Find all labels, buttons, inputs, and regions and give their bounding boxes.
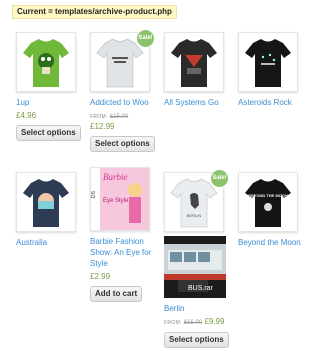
tshirt-text: BERLIN bbox=[187, 213, 202, 218]
product-title[interactable]: Barbie Fashion Show: An Eye for Style bbox=[90, 236, 154, 269]
sale-price: £12.99 bbox=[90, 122, 115, 131]
product-title[interactable]: All Systems Go bbox=[164, 97, 228, 108]
sale-price: £9.99 bbox=[204, 317, 225, 326]
bus-file-preview[interactable]: BUS.rar bbox=[164, 236, 226, 298]
product-price: FROM: £15.00 £12.99 bbox=[90, 111, 154, 132]
game-box-image: DS Barbie Eye Style bbox=[91, 168, 149, 230]
product-card: Australia bbox=[16, 172, 80, 248]
product-card: All Systems Go bbox=[164, 32, 228, 108]
product-image[interactable] bbox=[16, 172, 76, 232]
product-card: Sale! Addicted to Woo FROM: £15.00 £12.9… bbox=[90, 29, 155, 152]
product-title[interactable]: Berlin bbox=[164, 303, 228, 314]
tshirt-image bbox=[245, 39, 291, 87]
price-from-label: FROM: bbox=[164, 320, 182, 326]
old-price: £15.00 bbox=[183, 320, 203, 326]
product-image[interactable]: DS Barbie Eye Style bbox=[90, 167, 150, 231]
svg-text:DS: DS bbox=[91, 190, 97, 198]
tshirt-text: BEYOND THE MOON bbox=[248, 193, 288, 198]
sale-badge: Sale! bbox=[210, 169, 229, 188]
current-template-banner: Current = templates/archive-product.php bbox=[12, 5, 177, 19]
product-title[interactable]: Addicted to Woo bbox=[90, 97, 154, 108]
product-title[interactable]: 1up bbox=[16, 97, 80, 108]
product-image[interactable] bbox=[164, 32, 224, 92]
product-card: BERLIN Sale! BUS.rar Berlin FROM: £15.00… bbox=[164, 169, 229, 348]
box-title-text: Barbie bbox=[103, 172, 128, 182]
select-options-button[interactable]: Select options bbox=[16, 125, 81, 141]
product-price: FROM: £15.00 £9.99 bbox=[164, 317, 228, 328]
product-title[interactable]: Asteroids Rock bbox=[238, 97, 302, 108]
product-image[interactable] bbox=[238, 32, 298, 92]
tshirt-image: BEYOND THE MOON bbox=[245, 179, 291, 227]
old-price: £15.00 bbox=[109, 114, 129, 120]
sale-badge: Sale! bbox=[136, 29, 155, 48]
tshirt-image bbox=[23, 39, 69, 87]
product-price: £2.99 bbox=[90, 272, 111, 281]
add-to-cart-button[interactable]: Add to cart bbox=[90, 286, 143, 302]
select-options-button[interactable]: Select options bbox=[164, 332, 229, 348]
product-image[interactable] bbox=[16, 32, 76, 92]
product-title[interactable]: Beyond the Moon bbox=[238, 237, 302, 248]
select-options-button[interactable]: Select options bbox=[90, 136, 155, 152]
product-card: Asteroids Rock bbox=[238, 32, 302, 108]
tshirt-image bbox=[23, 179, 69, 227]
product-card: 1up £4.96 Select options bbox=[16, 32, 81, 141]
product-card: DS Barbie Eye Style Barbie Fashion Show:… bbox=[90, 167, 154, 302]
tshirt-image bbox=[171, 39, 217, 87]
product-price: £4.96 bbox=[16, 111, 37, 120]
box-subtitle-text: Eye Style bbox=[103, 198, 129, 204]
product-title[interactable]: Australia bbox=[16, 237, 80, 248]
file-name-label: BUS.rar bbox=[188, 285, 213, 292]
product-image[interactable]: BEYOND THE MOON bbox=[238, 172, 298, 232]
price-from-label: FROM: bbox=[90, 114, 108, 120]
product-card: BEYOND THE MOON Beyond the Moon bbox=[238, 172, 302, 248]
